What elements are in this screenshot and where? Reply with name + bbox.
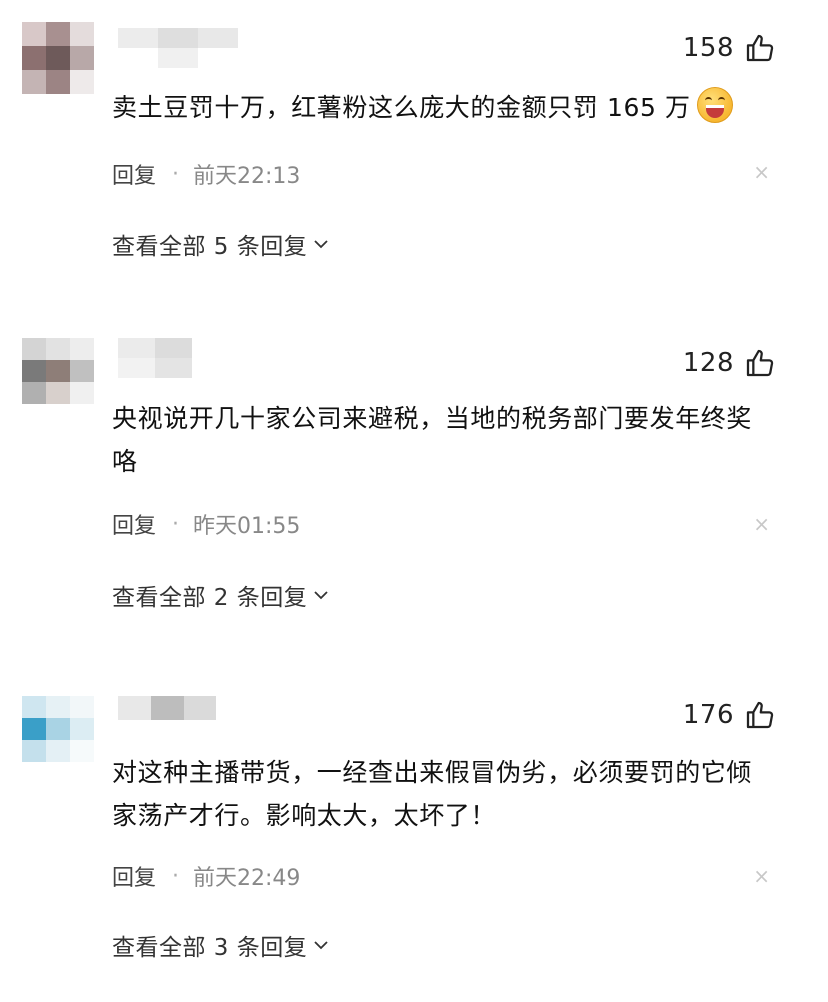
comment-text: 央视说开几十家公司来避税，当地的税务部门要发年终奖咯 <box>112 404 753 476</box>
reply-button[interactable]: 回复 <box>112 508 156 540</box>
username-blurred[interactable] <box>118 28 238 68</box>
thumbs-up-icon <box>746 349 774 377</box>
comment-text: 卖土豆罚十万，红薯粉这么庞大的金额只罚 165 万 <box>112 86 772 129</box>
comment-meta: 回复 · 昨天01:55 <box>112 508 300 540</box>
separator-dot: · <box>172 161 180 187</box>
thumbs-up-icon <box>746 701 774 729</box>
avatar[interactable] <box>22 696 94 762</box>
view-all-replies-button[interactable]: 查看全部 3 条回复 <box>112 928 329 962</box>
chevron-down-icon <box>314 240 328 249</box>
reply-button[interactable]: 回复 <box>112 158 156 190</box>
thumbs-up-icon <box>746 34 774 62</box>
reply-button[interactable]: 回复 <box>112 860 156 892</box>
like-button[interactable]: 176 <box>683 699 776 731</box>
close-icon[interactable]: × <box>753 160 770 184</box>
separator-dot: · <box>172 863 180 889</box>
chevron-down-icon <box>314 941 328 950</box>
timestamp: 前天22:13 <box>193 164 301 189</box>
username-blurred[interactable] <box>118 696 216 720</box>
view-all-replies-label: 查看全部 2 条回复 <box>112 585 308 611</box>
comment-text: 对这种主播带货，一经查出来假冒伪劣，必须要罚的它倾家荡产才行。影响太大，太坏了！ <box>112 758 753 830</box>
like-count: 158 <box>682 33 734 63</box>
timestamp: 前天22:49 <box>193 866 301 891</box>
avatar[interactable] <box>22 338 94 404</box>
view-all-replies-button[interactable]: 查看全部 5 条回复 <box>112 227 329 261</box>
chevron-down-icon <box>314 591 328 600</box>
like-button[interactable]: 128 <box>683 347 776 379</box>
grinning-face-emoji <box>696 87 733 123</box>
like-count: 128 <box>682 348 734 378</box>
comment-meta: 回复 · 前天22:13 <box>112 158 300 190</box>
comment-meta: 回复 · 前天22:49 <box>112 860 300 892</box>
like-button[interactable]: 158 <box>683 32 776 64</box>
view-all-replies-label: 查看全部 3 条回复 <box>112 935 308 961</box>
close-icon[interactable]: × <box>753 864 770 888</box>
separator-dot: · <box>172 511 180 537</box>
username-blurred[interactable] <box>118 338 192 378</box>
avatar[interactable] <box>22 22 94 94</box>
view-all-replies-label: 查看全部 5 条回复 <box>112 234 308 260</box>
like-count: 176 <box>682 700 734 730</box>
close-icon[interactable]: × <box>753 512 770 536</box>
view-all-replies-button[interactable]: 查看全部 2 条回复 <box>112 578 329 612</box>
timestamp: 昨天01:55 <box>193 514 301 539</box>
